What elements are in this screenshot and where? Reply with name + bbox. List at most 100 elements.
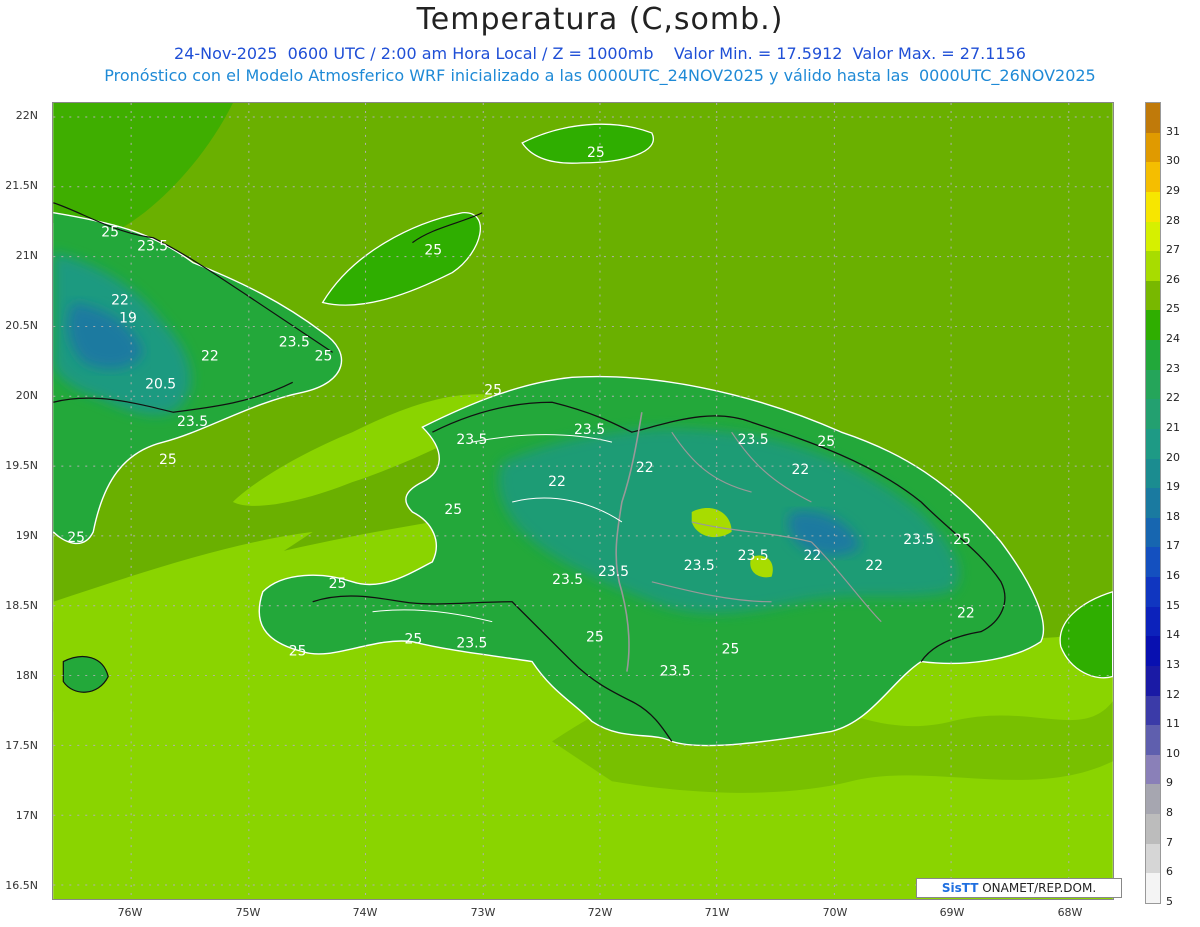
colorbar-cell xyxy=(1146,191,1160,222)
colorbar-label: 18 xyxy=(1166,509,1180,523)
colorbar-cell xyxy=(1146,221,1160,252)
colorbar-label: 20 xyxy=(1166,450,1180,464)
contour-label: 22 xyxy=(957,606,975,622)
map-title: Temperatura (C,somb.) xyxy=(416,2,784,37)
colorbar-label: 23 xyxy=(1166,361,1180,375)
colorbar-cell xyxy=(1146,784,1160,815)
colorbar-label: 10 xyxy=(1166,746,1180,760)
colorbar-cell xyxy=(1146,665,1160,697)
lon-label: 70W xyxy=(822,906,848,919)
lat-label: 20N xyxy=(15,389,38,402)
colorbar-label: 31 xyxy=(1166,124,1180,138)
lon-label: 74W xyxy=(352,906,378,919)
lon-label: 72W xyxy=(587,906,613,919)
contour-label: 25 xyxy=(953,532,971,548)
lat-label: 20.5N xyxy=(5,319,38,332)
lat-label: 22N xyxy=(15,109,38,122)
colorbar-cell xyxy=(1146,132,1160,163)
colorbar-cell xyxy=(1146,636,1160,667)
colorbar-cell xyxy=(1146,162,1160,193)
contour-label: 23.5 xyxy=(738,432,769,448)
colorbar-cell xyxy=(1146,458,1160,489)
contour-label: 22 xyxy=(791,462,809,478)
lat-label: 19.5N xyxy=(5,459,38,472)
colorbar-cell xyxy=(1146,814,1160,845)
lon-label: 68W xyxy=(1057,906,1083,919)
contour-label: 25 xyxy=(67,530,85,546)
colorbar-cell xyxy=(1146,843,1160,874)
colorbar-cell xyxy=(1146,517,1160,548)
colorbar-label: 9 xyxy=(1166,776,1173,790)
lat-label: 21N xyxy=(15,249,38,262)
credit-text: ONAMET/REP.DOM. xyxy=(982,881,1097,895)
brand-logo: SisTT xyxy=(941,881,979,895)
colorbar-label: 12 xyxy=(1166,687,1180,701)
lat-label: 18.5N xyxy=(5,599,38,612)
colorbar-label: 7 xyxy=(1166,835,1173,849)
colorbar-label: 5 xyxy=(1166,895,1173,908)
colorbar-cell xyxy=(1146,488,1160,519)
contour-label: 25 xyxy=(329,576,347,592)
contour-label: 22 xyxy=(865,558,883,574)
contour-label: 22 xyxy=(636,460,654,476)
contour-label: 22 xyxy=(201,348,219,364)
colorbar-cell xyxy=(1146,577,1160,608)
contour-label: 25 xyxy=(586,630,604,646)
colorbar-cell xyxy=(1146,251,1160,282)
contour-label: 23.5 xyxy=(552,572,583,588)
contour-label: 25 xyxy=(587,145,605,161)
contour-label: 23.5 xyxy=(684,558,715,574)
colorbar-label: 11 xyxy=(1166,717,1180,731)
contour-label: 23.5 xyxy=(137,239,168,255)
lon-label: 69W xyxy=(939,906,965,919)
contour-label: 25 xyxy=(444,502,462,518)
contour-label: 23.5 xyxy=(279,334,310,350)
colorbar-cell xyxy=(1146,103,1160,134)
lon-label: 76W xyxy=(117,906,143,919)
subtitle-time-range: 24-Nov-2025 0600 UTC / 2:00 am Hora Loca… xyxy=(174,44,1026,63)
temperature-map: 25 23.5 22 19 20.5 23.5 25 25 22 25 25 2… xyxy=(52,102,1114,900)
contour-label: 25 xyxy=(817,434,835,450)
contour-label: 25 xyxy=(424,243,442,259)
colorbar-label: 22 xyxy=(1166,391,1180,405)
lon-label: 71W xyxy=(704,906,730,919)
colorbar-cell xyxy=(1146,725,1160,756)
colorbar-cell xyxy=(1146,606,1160,637)
colorbar-label: 16 xyxy=(1166,569,1180,583)
colorbar-cell xyxy=(1146,280,1160,311)
contour-label: 25 xyxy=(289,644,307,660)
contour-label: 25 xyxy=(404,632,422,648)
colorbar-label: 8 xyxy=(1166,806,1173,820)
contour-label: 25 xyxy=(315,348,333,364)
contour-label: 22 xyxy=(803,548,821,564)
colorbar-label: 17 xyxy=(1166,539,1180,553)
credit-box: SisTT ONAMET/REP.DOM. xyxy=(916,878,1122,898)
colorbar-cell xyxy=(1146,399,1160,430)
contour-label: 23.5 xyxy=(456,432,487,448)
colorbar-label: 24 xyxy=(1166,332,1180,346)
colorbar-cell xyxy=(1146,695,1160,726)
contour-label: 23.5 xyxy=(574,422,605,438)
lat-label: 17.5N xyxy=(5,739,38,752)
colorbar-label: 19 xyxy=(1166,480,1180,494)
colorbar-cell xyxy=(1146,428,1160,460)
colorbar-label: 29 xyxy=(1166,183,1180,197)
colorbar-cell xyxy=(1146,873,1160,904)
contour-label: 23.5 xyxy=(660,664,691,680)
colorbar-label: 14 xyxy=(1166,628,1180,642)
contour-label: 22 xyxy=(548,474,566,490)
contour-label: 23.5 xyxy=(456,636,487,652)
colorbar-cell xyxy=(1146,310,1160,341)
colorbar-label: 26 xyxy=(1166,272,1180,286)
lon-label: 73W xyxy=(470,906,496,919)
contour-label: 25 xyxy=(101,225,119,241)
contour-label: 23.5 xyxy=(177,414,208,430)
colorbar-cell xyxy=(1146,754,1160,785)
colorbar-label: 25 xyxy=(1166,302,1180,316)
contour-label: 25 xyxy=(159,452,177,468)
colorbar xyxy=(1145,102,1161,904)
lat-label: 19N xyxy=(15,529,38,542)
subtitle-model-info: Pronóstico con el Modelo Atmosferico WRF… xyxy=(104,66,1096,85)
colorbar-label: 15 xyxy=(1166,598,1180,612)
lat-label: 16.5N xyxy=(5,879,38,892)
